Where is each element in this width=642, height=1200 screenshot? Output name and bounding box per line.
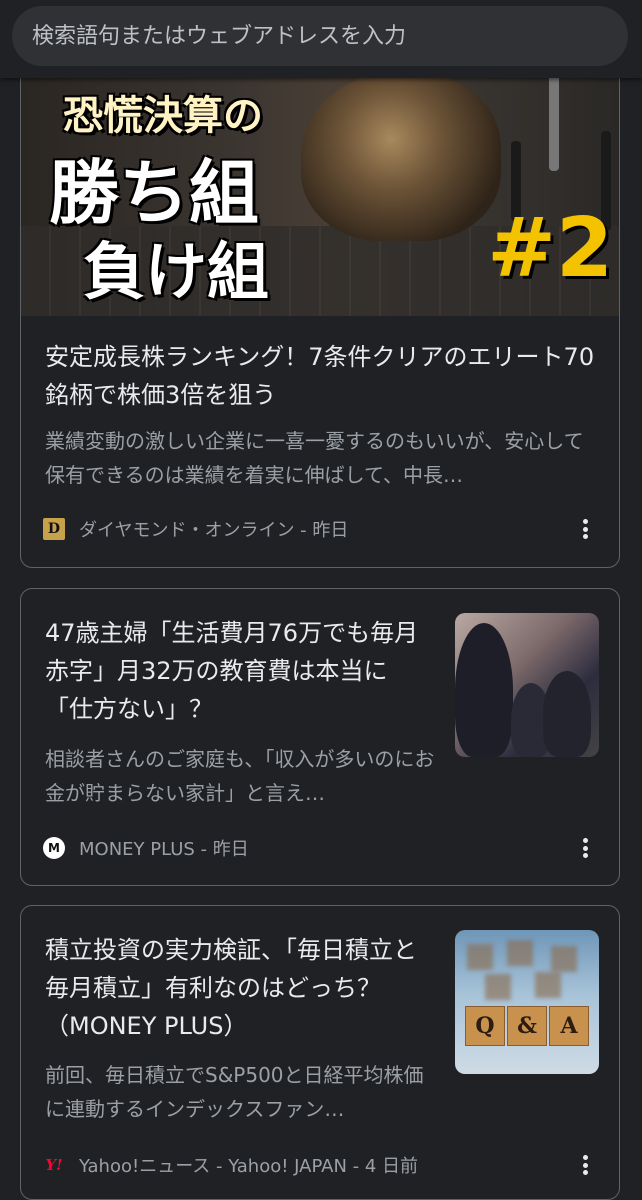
top-bar bbox=[0, 0, 642, 78]
news-card[interactable]: 47歳主婦「生活費月76万でも毎月赤字」月32万の教育費は本当に「仕方ない」？ … bbox=[20, 588, 620, 886]
article-snippet: 業績変動の激しい企業に一喜一憂するのもいいが、安心して保有できるのは業績を着実に… bbox=[45, 429, 584, 487]
search-input[interactable] bbox=[30, 22, 594, 50]
thumb-letter: Q bbox=[465, 1006, 505, 1046]
source-label: Yahoo!ニュース - Yahoo! JAPAN - 4 日前 bbox=[79, 1156, 419, 1177]
hero-image: 恐慌決算の 勝ち組 負け組 #2 bbox=[21, 51, 619, 316]
more-options-icon[interactable] bbox=[573, 833, 597, 863]
hero-text-line1: 恐慌決算の bbox=[63, 93, 263, 139]
more-options-icon[interactable] bbox=[573, 514, 597, 544]
article-source: D ダイヤモンド・オンライン - 昨日 bbox=[43, 516, 348, 542]
article-snippet: 相談者さんのご家庭も、「収入が多いのにお金が貯まらない家計」と言え… bbox=[45, 747, 435, 805]
thumb-letter: & bbox=[507, 1006, 547, 1046]
news-card[interactable]: 恐慌決算の 勝ち組 負け組 #2 安定成長株ランキング！7条件クリアのエリート7… bbox=[20, 50, 620, 568]
bull-statue bbox=[301, 71, 501, 241]
source-label: MONEY PLUS - 昨日 bbox=[79, 839, 249, 860]
yahoo-favicon: Y! bbox=[45, 1156, 63, 1174]
thumb-letter: A bbox=[549, 1006, 589, 1046]
source-label: ダイヤモンド・オンライン - 昨日 bbox=[79, 520, 349, 541]
article-title[interactable]: 47歳主婦「生活費月76万でも毎月赤字」月32万の教育費は本当に「仕方ない」？ bbox=[45, 614, 435, 728]
more-options-icon[interactable] bbox=[573, 1150, 597, 1180]
hero-number: #2 bbox=[487, 201, 613, 296]
article-thumbnail[interactable]: Q & A bbox=[455, 930, 599, 1074]
article-source: M MONEY PLUS - 昨日 bbox=[43, 835, 249, 861]
money-plus-favicon: M bbox=[43, 837, 65, 859]
diamond-online-favicon: D bbox=[43, 518, 65, 540]
article-snippet: 前回、毎日積立でS&P500と日経平均株価に連動するインデックスファン… bbox=[45, 1063, 424, 1121]
article-title[interactable]: 安定成長株ランキング！7条件クリアのエリート70銘柄で株価3倍を狙う bbox=[45, 338, 597, 414]
article-title[interactable]: 積立投資の実力検証、「毎日積立と毎月積立」有利なのはどっち？（MONEY PLU… bbox=[45, 931, 435, 1045]
hero-text-line3: 負け組 bbox=[83, 235, 270, 308]
news-card[interactable]: 積立投資の実力検証、「毎日積立と毎月積立」有利なのはどっち？（MONEY PLU… bbox=[20, 905, 620, 1200]
article-thumbnail[interactable] bbox=[455, 613, 599, 757]
article-source: Y! Yahoo!ニュース - Yahoo! JAPAN - 4 日前 bbox=[43, 1152, 418, 1178]
address-bar[interactable] bbox=[12, 6, 628, 66]
